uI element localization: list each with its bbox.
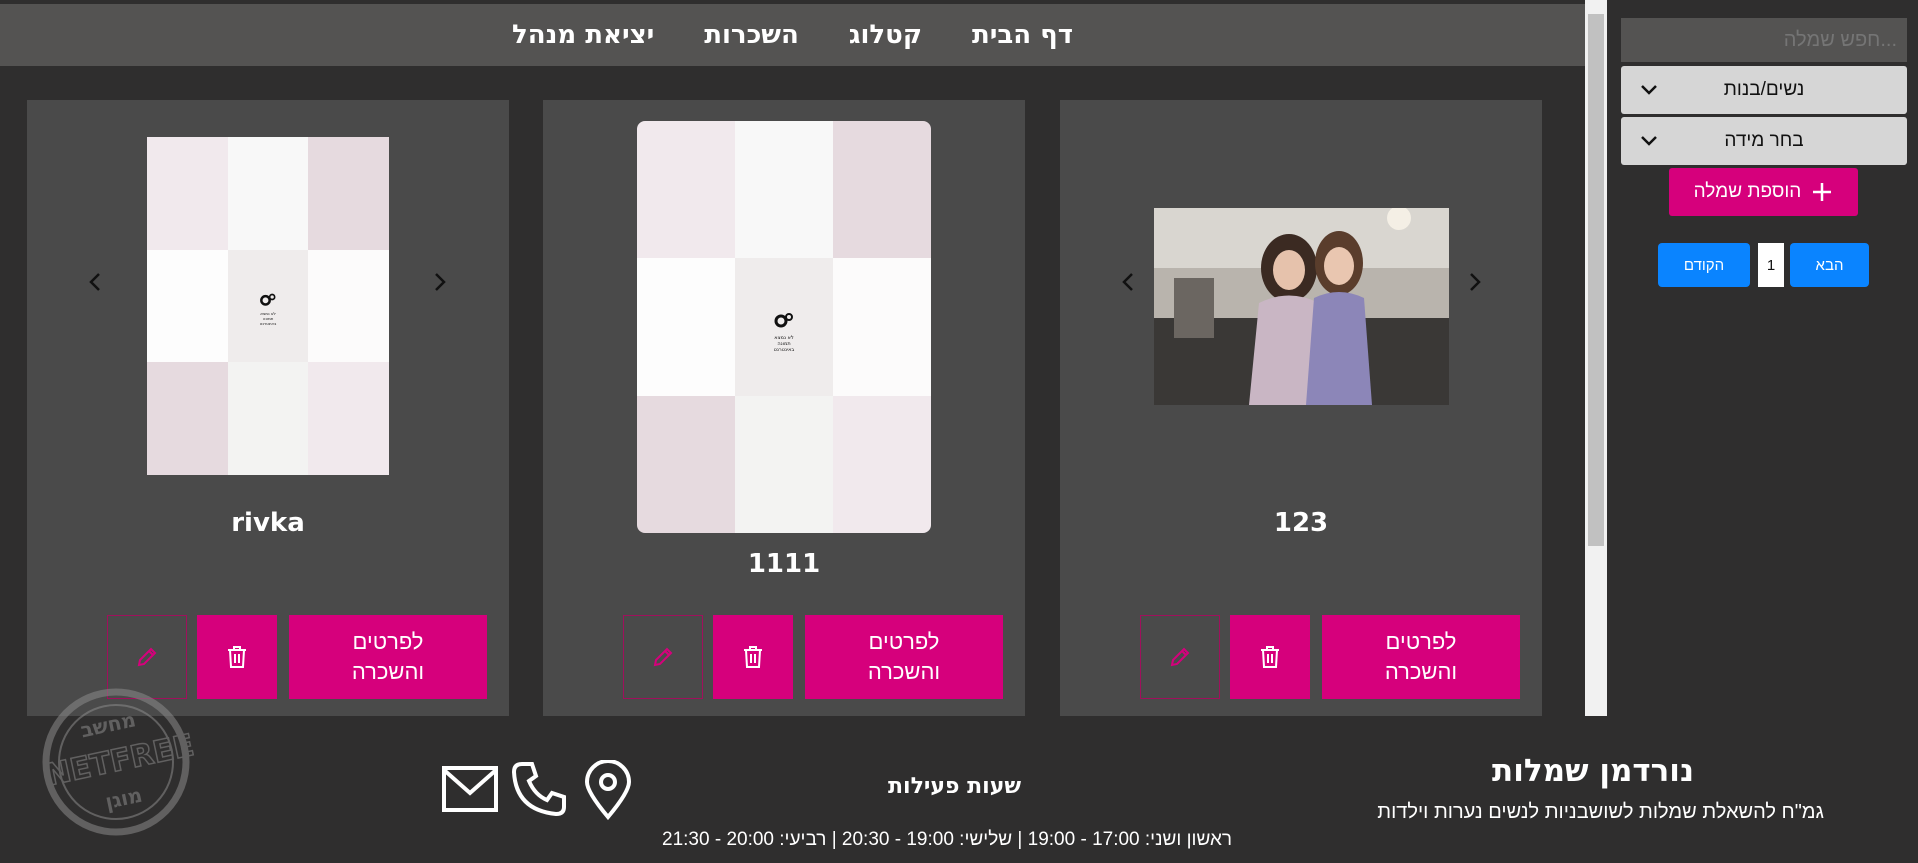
dress-photo[interactable] bbox=[1154, 208, 1449, 405]
nav-rentals[interactable]: השכרות bbox=[704, 20, 799, 50]
dress-image-placeholder[interactable]: לא נמצא תמונה באינטרנט bbox=[147, 137, 389, 475]
dress-title: 1111 bbox=[747, 549, 821, 579]
delete-button[interactable] bbox=[713, 615, 793, 699]
gender-select-value: נשים/בנות bbox=[1723, 79, 1805, 100]
chevron-left-icon[interactable] bbox=[84, 270, 108, 294]
size-select-value: בחר מידה bbox=[1724, 130, 1804, 151]
gears-icon bbox=[260, 293, 276, 306]
nav-home[interactable]: דף הבית bbox=[972, 20, 1073, 50]
delete-button[interactable] bbox=[197, 615, 277, 699]
dress-card: לא נמצא תמונה באינטרנט 1111 לפרטים והשכר… bbox=[543, 100, 1025, 718]
page-number: 1 bbox=[1758, 243, 1784, 287]
pencil-icon bbox=[1170, 647, 1190, 667]
details-rent-button[interactable]: לפרטים והשכרה bbox=[1322, 615, 1520, 699]
hours-title: שעות פעילות bbox=[888, 774, 1022, 799]
details-rent-button[interactable]: לפרטים והשכרה bbox=[805, 615, 1003, 699]
trash-icon bbox=[1261, 646, 1279, 668]
stamp-bottom-text: מוגן bbox=[103, 783, 144, 814]
footer-brand-subtitle: גמ"ח להשאלת שמלות לשושבניות לנשים נערות … bbox=[1377, 801, 1824, 823]
mail-icon[interactable] bbox=[441, 763, 499, 815]
footer-brand-title: נורדמן שמלות bbox=[1492, 753, 1694, 789]
chevron-down-icon bbox=[1641, 85, 1657, 95]
dress-card: לא נמצא תמונה באינטרנט rivka לפרטים והשכ… bbox=[27, 100, 509, 718]
dress-title: rivka bbox=[231, 508, 305, 538]
pencil-icon bbox=[137, 647, 157, 667]
top-navbar: דף הבית קטלוג השכרות יציאת מנהל bbox=[0, 4, 1585, 66]
dress-title: 123 bbox=[1273, 508, 1329, 538]
edit-button[interactable] bbox=[623, 615, 703, 699]
dress-card: 123 לפרטים והשכרה bbox=[1060, 100, 1542, 718]
nav-catalog[interactable]: קטלוג bbox=[849, 20, 922, 50]
scrollbar-thumb[interactable] bbox=[1588, 14, 1604, 546]
placeholder-caption: לא נמצא תמונה באינטרנט bbox=[259, 311, 277, 326]
trash-icon bbox=[744, 646, 762, 668]
gears-icon bbox=[774, 313, 793, 328]
nav-admin-exit[interactable]: יציאת מנהל bbox=[512, 20, 654, 50]
chevron-right-icon[interactable] bbox=[427, 270, 451, 294]
edit-button[interactable] bbox=[1140, 615, 1220, 699]
phone-icon[interactable] bbox=[510, 760, 568, 818]
location-pin-icon[interactable] bbox=[583, 760, 633, 820]
delete-button[interactable] bbox=[1230, 615, 1310, 699]
dress-image-placeholder[interactable]: לא נמצא תמונה באינטרנט bbox=[637, 121, 931, 533]
gender-select[interactable]: נשים/בנות bbox=[1621, 66, 1907, 114]
next-page-button[interactable]: הבא bbox=[1790, 243, 1869, 287]
stamp-brand-text: NETFREE bbox=[42, 728, 197, 794]
search-input[interactable] bbox=[1621, 18, 1907, 62]
add-dress-label: הוספת שמלה bbox=[1693, 181, 1802, 202]
prev-page-button[interactable]: הקודם bbox=[1658, 243, 1750, 287]
plus-icon bbox=[1813, 183, 1832, 201]
chevron-left-icon[interactable] bbox=[1117, 270, 1141, 294]
size-select[interactable]: בחר מידה bbox=[1621, 117, 1907, 165]
details-rent-button[interactable]: לפרטים והשכרה bbox=[289, 615, 487, 699]
netfree-watermark: מחשב NETFREE מוגן bbox=[42, 688, 198, 836]
pencil-icon bbox=[653, 647, 673, 667]
hours-text: ראשון ושני: 17:00 - 19:00 | שלישי: 19:00… bbox=[662, 829, 1233, 850]
add-dress-button[interactable]: הוספת שמלה bbox=[1669, 168, 1858, 216]
trash-icon bbox=[228, 646, 246, 668]
chevron-down-icon bbox=[1641, 136, 1657, 146]
chevron-right-icon[interactable] bbox=[1462, 270, 1486, 294]
placeholder-caption: לא נמצא תמונה באינטרנט bbox=[773, 335, 795, 353]
